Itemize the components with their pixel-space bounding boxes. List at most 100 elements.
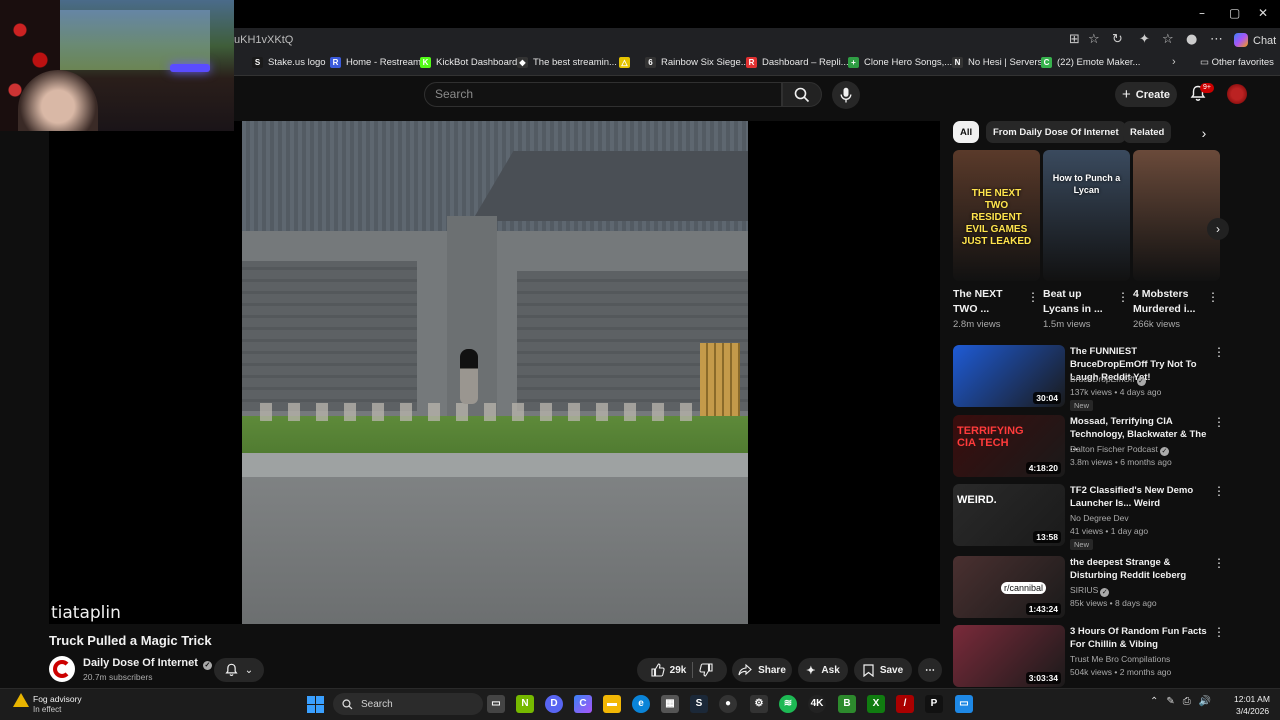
weather-title[interactable]: Fog advisory: [33, 694, 82, 704]
nvidia-icon[interactable]: N: [516, 695, 534, 713]
video-title[interactable]: TF2 Classified's New Demo Launcher Is...…: [1070, 484, 1210, 510]
other-favorites[interactable]: ▭ Other favorites: [1200, 57, 1274, 68]
settings-gear-icon[interactable]: ⚙: [750, 695, 768, 713]
red-app-icon[interactable]: /: [896, 695, 914, 713]
short-menu-icon[interactable]: ⋮: [1117, 290, 1129, 304]
video-channel[interactable]: SIRIUS ✓: [1070, 585, 1110, 597]
url-text[interactable]: uKH1vXKtQ: [234, 34, 293, 46]
video-channel[interactable]: BruceDropEmOff ✓: [1070, 374, 1146, 386]
discord-icon[interactable]: D: [545, 695, 563, 713]
start-button[interactable]: [307, 696, 324, 713]
bookmarks-overflow-icon[interactable]: ›: [1172, 56, 1176, 68]
system-tray[interactable]: ⌃✎⎙🔊: [1150, 696, 1219, 707]
maximize-icon[interactable]: ▢: [1229, 6, 1240, 20]
bookmark-item[interactable]: N No Hesi | Servers: [952, 57, 1042, 68]
copilot-app-icon[interactable]: C: [574, 695, 592, 713]
window-app-icon[interactable]: ▭: [955, 695, 973, 713]
video-title[interactable]: the deepest Strange & Disturbing Reddit …: [1070, 556, 1210, 582]
ask-button[interactable]: ✦ Ask: [798, 658, 848, 682]
4k-app-icon[interactable]: 4K: [808, 695, 826, 713]
short-card[interactable]: 4 Mobsters Murdered i... 266k views ⋮: [1133, 150, 1220, 330]
search-input[interactable]: Search: [424, 82, 782, 107]
p-app-icon[interactable]: P: [925, 695, 943, 713]
channel-avatar[interactable]: [49, 656, 75, 682]
favorite-star-icon[interactable]: ☆: [1088, 32, 1100, 47]
video-title[interactable]: 3 Hours Of Random Fun Facts For Chillin …: [1070, 625, 1210, 651]
obs-icon[interactable]: ●: [719, 695, 737, 713]
copilot-chat-button[interactable]: Chat: [1234, 33, 1276, 47]
share-button[interactable]: Share: [732, 658, 792, 682]
steam-icon[interactable]: S: [690, 695, 708, 713]
subscription-notifications-button[interactable]: ⌄: [214, 658, 264, 682]
app-available-icon[interactable]: ⊞: [1069, 32, 1080, 47]
like-button[interactable]: 29k: [651, 663, 686, 677]
video-channel[interactable]: Dalton Fischer Podcast ✓: [1070, 444, 1169, 456]
video-menu-icon[interactable]: ⋮: [1213, 415, 1225, 429]
bookmark-item[interactable]: ◆ The best streamin...: [517, 57, 617, 68]
channel-name[interactable]: Daily Dose Of Internet ✓: [83, 657, 212, 670]
recommended-video[interactable]: TERRIFYING CIA TECH 4:18:20 Mossad, Terrif…: [953, 415, 1225, 479]
extensions-icon[interactable]: ✦: [1139, 32, 1150, 47]
shorts-next-button[interactable]: ›: [1207, 218, 1229, 240]
clock-date[interactable]: 3/4/2026: [1236, 706, 1269, 716]
more-actions-button[interactable]: ⋯: [918, 658, 942, 682]
file-explorer-icon[interactable]: ▬: [603, 695, 621, 713]
taskbar-search[interactable]: Search: [333, 693, 483, 715]
save-button[interactable]: Save: [854, 658, 912, 682]
spotify-icon[interactable]: ≋: [779, 695, 797, 713]
short-title[interactable]: Beat up Lycans in ...: [1043, 287, 1115, 317]
recommended-video[interactable]: WEIRD. 13:58 TF2 Classified's New Demo Lau…: [953, 484, 1225, 550]
recommended-video[interactable]: 3:03:34 3 Hours Of Random Fun Facts For C…: [953, 625, 1225, 689]
edge-icon[interactable]: e: [632, 695, 650, 713]
chip-related[interactable]: Related: [1123, 121, 1172, 143]
video-menu-icon[interactable]: ⋮: [1213, 625, 1225, 639]
video-channel[interactable]: No Degree Dev: [1070, 513, 1129, 523]
more-options-icon[interactable]: ⋯: [1210, 32, 1223, 47]
refresh-icon[interactable]: ↻: [1112, 32, 1123, 47]
minimize-icon[interactable]: –: [1199, 6, 1205, 20]
bookmark-item[interactable]: R Dashboard – Repli...: [746, 57, 849, 68]
xbox-icon[interactable]: X: [867, 695, 885, 713]
short-thumbnail[interactable]: THE NEXT TWO RESIDENT EVIL GAMES JUST LE…: [953, 150, 1040, 281]
video-menu-icon[interactable]: ⋮: [1213, 556, 1225, 570]
bookmark-item[interactable]: R Home - Restream: [330, 57, 421, 68]
chips-next-icon[interactable]: ›: [1193, 123, 1215, 143]
short-menu-icon[interactable]: ⋮: [1027, 290, 1039, 304]
short-thumbnail[interactable]: [1133, 150, 1220, 281]
voice-search-button[interactable]: [832, 81, 860, 109]
bookmark-item[interactable]: K KickBot Dashboard: [420, 57, 517, 68]
clock-time[interactable]: 12:01 AM: [1234, 694, 1270, 704]
bookmark-item[interactable]: 6 Rainbow Six Siege...: [645, 57, 749, 68]
short-card[interactable]: THE NEXT TWO RESIDENT EVIL GAMES JUST LE…: [953, 150, 1040, 330]
thumbs-down-icon[interactable]: [699, 663, 713, 677]
bookmark-item[interactable]: S Stake.us logo: [252, 57, 326, 68]
weather-subtitle[interactable]: In effect: [33, 705, 61, 714]
profile-icon[interactable]: ●: [1186, 32, 1197, 47]
bookmark-item[interactable]: + Clone Hero Songs,...: [848, 57, 952, 68]
create-button[interactable]: + Create: [1115, 82, 1177, 107]
video-menu-icon[interactable]: ⋮: [1213, 484, 1225, 498]
short-title[interactable]: 4 Mobsters Murdered i...: [1133, 287, 1205, 317]
bookmark-item[interactable]: C (22) Emote Maker...: [1041, 57, 1140, 68]
video-thumbnail[interactable]: 30:04: [953, 345, 1065, 407]
search-button[interactable]: [782, 82, 822, 107]
video-thumbnail[interactable]: TERRIFYING CIA TECH 4:18:20: [953, 415, 1065, 477]
store-icon[interactable]: ▦: [661, 695, 679, 713]
video-menu-icon[interactable]: ⋮: [1213, 345, 1225, 359]
close-icon[interactable]: ✕: [1258, 6, 1268, 20]
chip-from-channel[interactable]: From Daily Dose Of Internet: [986, 121, 1126, 143]
b-app-icon[interactable]: B: [838, 695, 856, 713]
video-thumbnail[interactable]: 3:03:34: [953, 625, 1065, 687]
short-thumbnail[interactable]: How to Punch a Lycan: [1043, 150, 1130, 281]
video-thumbnail[interactable]: WEIRD. 13:58: [953, 484, 1065, 546]
bookmark-item[interactable]: △: [619, 57, 635, 68]
short-card[interactable]: How to Punch a Lycan Beat up Lycans in ..…: [1043, 150, 1130, 330]
chip-all[interactable]: All: [953, 121, 980, 143]
recommended-video[interactable]: r/cannibal 1:43:24 the deepest Strange & D…: [953, 556, 1225, 620]
recommended-video[interactable]: 30:04 The FUNNIEST BruceDropEmOff Try Not…: [953, 345, 1225, 411]
video-frame[interactable]: [242, 121, 748, 624]
account-avatar[interactable]: [1227, 84, 1247, 104]
short-menu-icon[interactable]: ⋮: [1207, 290, 1219, 304]
video-thumbnail[interactable]: r/cannibal 1:43:24: [953, 556, 1065, 618]
favorites-icon[interactable]: ☆: [1162, 32, 1174, 47]
